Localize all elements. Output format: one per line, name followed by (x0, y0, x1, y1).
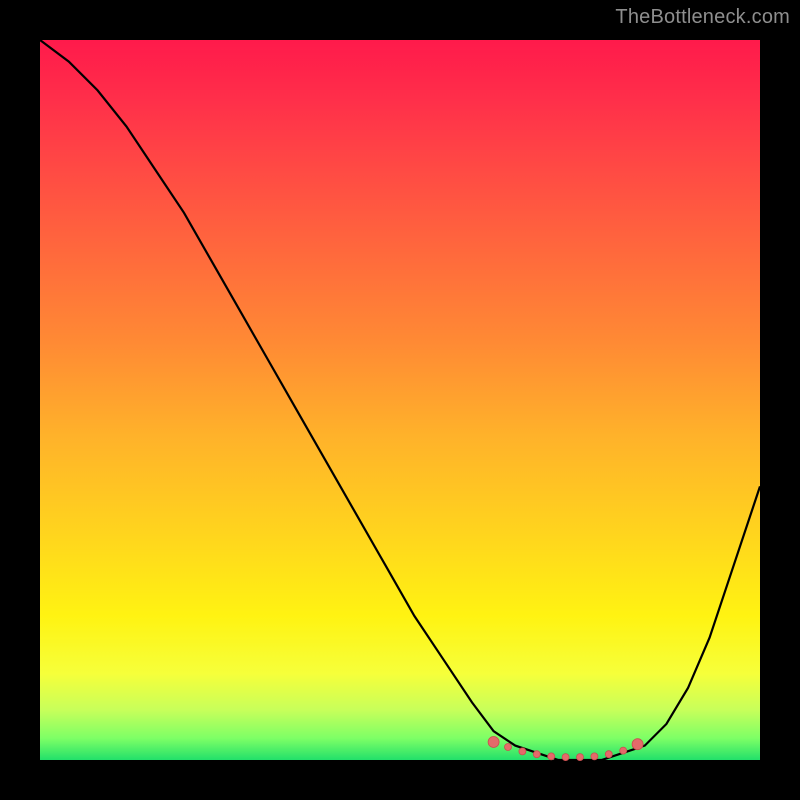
optimal-marker (519, 748, 526, 755)
optimal-marker (488, 737, 499, 748)
watermark-text: TheBottleneck.com (615, 6, 790, 29)
chart-frame: TheBottleneck.com (0, 0, 800, 800)
optimal-marker (591, 753, 598, 760)
curve-svg (40, 40, 760, 760)
optimal-marker (577, 754, 584, 761)
optimal-marker (505, 744, 512, 751)
optimal-range-markers (488, 737, 643, 761)
bottleneck-curve (40, 40, 760, 760)
optimal-marker (533, 751, 540, 758)
plot-area (40, 40, 760, 760)
optimal-marker (620, 747, 627, 754)
optimal-marker (632, 739, 643, 750)
optimal-marker (562, 754, 569, 761)
optimal-marker (548, 753, 555, 760)
optimal-marker (605, 751, 612, 758)
